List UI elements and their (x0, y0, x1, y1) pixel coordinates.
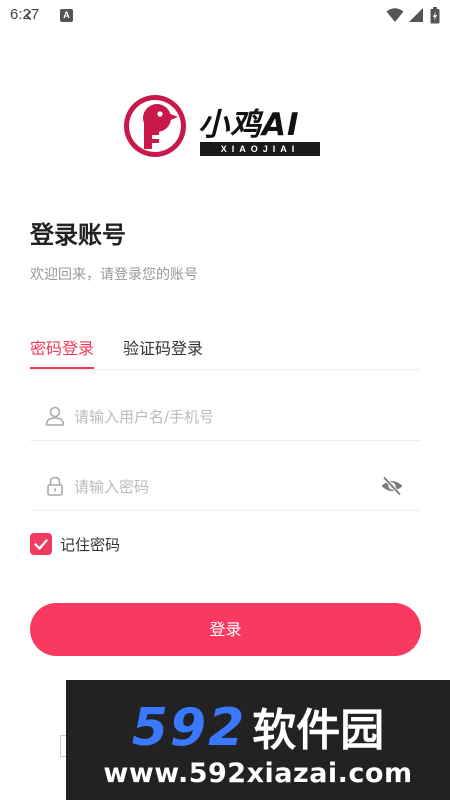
login-tabs: 密码登录 验证码登录 (30, 330, 420, 370)
notification-badge: A (60, 9, 73, 22)
lock-icon (47, 476, 63, 496)
logo-name: 小鸡AI (198, 107, 300, 143)
status-bar: 6:27 ‹ A (0, 0, 450, 32)
watermark-url: www.592xiazai.com (103, 758, 413, 789)
page-subtitle: 欢迎回来，请登录您的账号 (30, 267, 198, 283)
battery-icon (430, 7, 440, 24)
password-input[interactable] (74, 473, 374, 501)
password-field (30, 463, 420, 511)
watermark-number: 592 (131, 698, 247, 758)
back-gesture-icon[interactable]: ‹ (24, 3, 33, 28)
tab-code-login[interactable]: 验证码登录 (123, 335, 203, 369)
tab-password-login[interactable]: 密码登录 (30, 335, 95, 369)
watermark-brand: 592 软件园 (66, 694, 450, 758)
page-title: 登录账号 (30, 221, 126, 249)
chick-key-icon (124, 95, 186, 157)
watermark-name: 软件园 (252, 705, 385, 756)
signal-icon (409, 8, 423, 22)
app-logo: 小鸡AI XIAOJIAI (122, 93, 332, 159)
username-field (30, 393, 420, 441)
username-input[interactable] (74, 403, 374, 431)
remember-label: 记住密码 (60, 536, 121, 554)
check-icon (34, 539, 48, 550)
wifi-icon (386, 8, 404, 22)
watermark: 592 软件园 www.592xiazai.com (66, 680, 450, 800)
login-button[interactable]: 登录 (30, 603, 421, 656)
remember-checkbox[interactable] (30, 533, 52, 555)
logo-subtitle: XIAOJIAI (200, 142, 320, 156)
eye-off-icon[interactable] (380, 475, 404, 497)
user-icon (45, 406, 65, 426)
